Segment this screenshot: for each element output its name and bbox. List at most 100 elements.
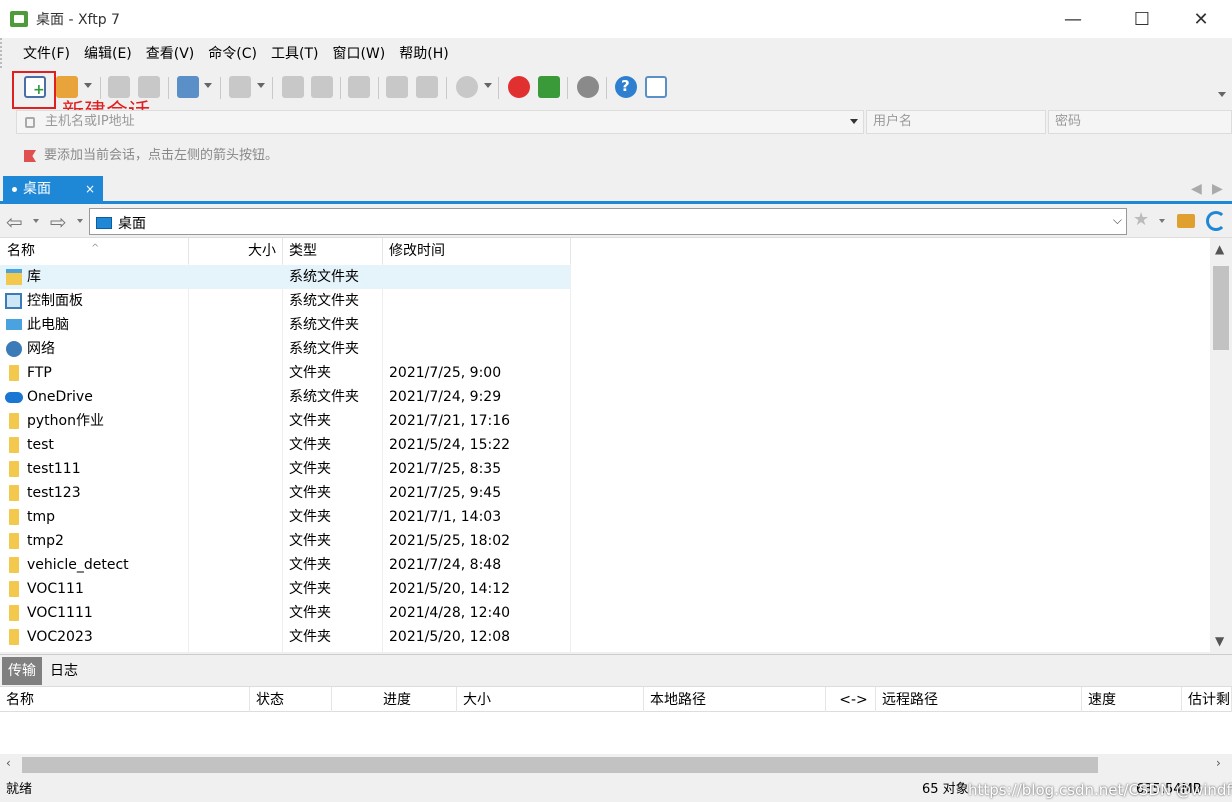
file-row[interactable]: 此电脑 系统文件夹 [0,313,1210,337]
file-list: 名称 ^ 大小 类型 修改时间 库系统文件夹 控制面板 系统文件夹 此电脑 系统文件夹网… [0,237,1232,653]
copy-icon[interactable] [386,76,408,98]
chat-icon[interactable] [645,76,667,98]
column-modified[interactable]: 修改时间 [383,238,571,264]
file-size [189,457,277,481]
parent-folder-icon[interactable] [1177,214,1195,228]
upload-icon[interactable] [282,76,304,98]
vertical-scrollbar[interactable]: ▲ ▼ [1210,238,1232,653]
horizontal-scroll-thumb[interactable] [22,757,1098,773]
file-row[interactable]: VOC2023 文件夹 2021/5/20, 12:08 [0,625,1210,649]
open-dropdown-icon[interactable] [84,83,92,88]
transfer-col-eta[interactable]: 估计剩 [1182,687,1232,713]
file-row[interactable]: 网络 系统文件夹 [0,337,1210,361]
settings-dropdown-icon[interactable] [204,83,212,88]
tab-log[interactable]: 日志 [44,657,84,685]
column-size[interactable]: 大小 [189,238,283,264]
tab-scroll-left-icon[interactable]: ◀ [1191,181,1202,197]
paste-icon[interactable] [416,76,438,98]
password-input[interactable]: 密码 [1048,110,1232,134]
transfer-col-remote-path[interactable]: 远程路径 [876,687,1082,713]
forward-dropdown-icon[interactable] [77,219,83,223]
connection-bar: 主机名或IP地址 用户名 密码 [10,108,1232,136]
bookmark-star-icon[interactable]: ★ [1133,209,1149,230]
gear-icon[interactable] [577,76,599,98]
file-row[interactable]: FTP 文件夹 2021/7/25, 9:00 [0,361,1210,385]
column-type[interactable]: 类型 [283,238,383,264]
file-row[interactable]: tmp 文件夹 2021/7/1, 14:03 [0,505,1210,529]
file-row[interactable]: python作业 文件夹 2021/7/21, 17:16 [0,409,1210,433]
session-settings-icon[interactable] [177,76,199,98]
transfer-col-direction[interactable]: <-> [826,687,876,713]
help-icon[interactable]: ? [615,76,637,98]
transfer-col-speed[interactable]: 速度 [1082,687,1182,713]
host-dropdown-icon[interactable] [850,119,858,124]
maximize-button[interactable]: ☐ [1119,0,1165,38]
path-bar: ⇦ ⇨ 桌面 ⌵ ★ [0,206,1232,236]
menu-file[interactable]: 文件(F) [16,43,77,63]
file-modified: 2021/7/21, 17:16 [389,413,511,429]
scroll-up-icon[interactable]: ▲ [1215,242,1224,256]
transfer-col-local-path[interactable]: 本地路径 [644,687,826,713]
horizontal-scrollbar[interactable]: ‹ › [0,754,1232,776]
file-row[interactable]: 库 系统文件夹 [0,265,1210,289]
transfer-col-progress[interactable]: 进度 [332,687,457,713]
file-row[interactable]: test111 文件夹 2021/7/25, 8:35 [0,457,1210,481]
file-row[interactable]: test123 文件夹 2021/7/25, 9:45 [0,481,1210,505]
tab-close-icon[interactable]: × [85,176,95,202]
file-row[interactable]: OneDrive 系统文件夹 2021/7/24, 9:29 [0,385,1210,409]
transfer-col-size[interactable]: 大小 [457,687,644,713]
path-input[interactable]: 桌面 ⌵ [89,208,1127,235]
toolbar-separator [567,77,568,99]
toolbar-overflow-icon[interactable] [1218,92,1226,97]
tab-scroll-right-icon[interactable]: ▶ [1212,181,1223,197]
tab-desktop[interactable]: 桌面 × [3,176,103,202]
scroll-right-icon[interactable]: › [1216,756,1221,770]
toolbar-separator [498,77,499,99]
host-input[interactable]: 主机名或IP地址 [16,110,864,134]
terminal-icon[interactable] [229,76,251,98]
stop-icon[interactable] [456,76,478,98]
hint-text: 要添加当前会话，点击左侧的箭头按钮。 [44,148,279,163]
menu-command[interactable]: 命令(C) [201,43,264,63]
file-row[interactable]: tmp2 文件夹 2021/5/25, 18:02 [0,529,1210,553]
file-row[interactable]: 控制面板 系统文件夹 [0,289,1210,313]
menu-help[interactable]: 帮助(H) [392,43,455,63]
path-dropdown-icon[interactable]: ⌵ [1113,213,1122,228]
terminal-dropdown-icon[interactable] [257,83,265,88]
add-session-arrow-icon[interactable] [24,150,36,162]
username-input[interactable]: 用户名 [866,110,1046,134]
bookmark-dropdown-icon[interactable] [1159,219,1165,223]
xshell-icon[interactable] [508,76,530,98]
file-row[interactable]: VOC1111 文件夹 2021/4/28, 12:40 [0,601,1210,625]
back-dropdown-icon[interactable] [33,219,39,223]
minimize-button[interactable]: — [1050,0,1096,38]
file-size [189,409,277,433]
file-row[interactable]: test 文件夹 2021/5/24, 15:22 [0,433,1210,457]
file-type: 文件夹 [289,437,331,453]
tab-transfer[interactable]: 传输 [2,657,42,685]
file-modified: 2021/4/28, 12:40 [389,605,511,621]
file-row[interactable]: vehicle_detect 文件夹 2021/7/24, 8:48 [0,553,1210,577]
refresh-icon[interactable] [1206,211,1226,231]
file-row[interactable]: VOC111 文件夹 2021/5/20, 14:12 [0,577,1210,601]
stop-dropdown-icon[interactable] [484,83,492,88]
forward-arrow-icon[interactable]: ⇨ [50,210,67,234]
close-button[interactable]: ✕ [1178,0,1224,38]
column-name[interactable]: 名称 ^ [0,238,189,264]
window-title: 桌面 - Xftp 7 [36,12,120,28]
file-name: FTP [27,365,52,381]
tab-status-dot-icon [12,187,17,192]
menu-view[interactable]: 查看(V) [139,43,202,63]
transfer-col-status[interactable]: 状态 [250,687,332,713]
transfer-col-name[interactable]: 名称 [0,687,250,713]
menu-tools[interactable]: 工具(T) [264,43,325,63]
menu-window[interactable]: 窗口(W) [325,43,392,63]
scroll-left-icon[interactable]: ‹ [6,756,11,770]
back-arrow-icon[interactable]: ⇦ [6,210,23,234]
scroll-down-icon[interactable]: ▼ [1215,634,1224,648]
download-icon[interactable] [311,76,333,98]
sync-icon[interactable] [348,76,370,98]
vertical-scroll-thumb[interactable] [1213,266,1229,350]
menu-edit[interactable]: 编辑(E) [77,43,139,63]
xftp-icon[interactable] [538,76,560,98]
